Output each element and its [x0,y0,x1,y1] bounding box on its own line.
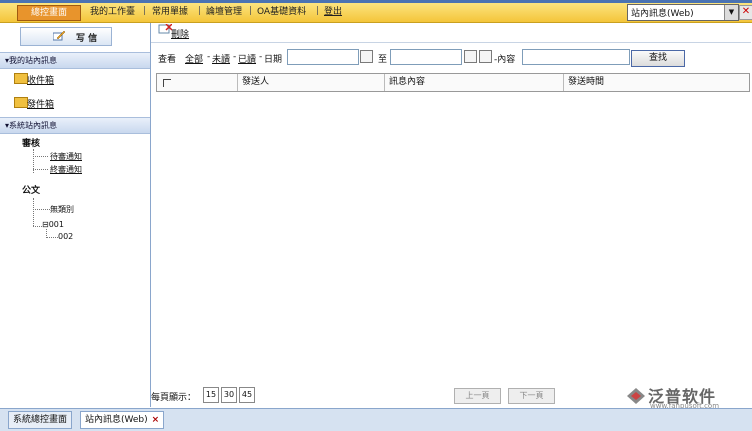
brand-logo: 泛普软件 www.fanpusoft.com [620,384,748,410]
tree-item-pending-notice[interactable]: 待審通知 [50,151,82,162]
content-label: -內容 [494,55,516,65]
date-to-input[interactable] [390,49,462,65]
search-button[interactable]: 查找 [631,50,685,67]
filter-read-link[interactable]: 已讀 [238,52,256,65]
sidebar-item-inbox[interactable]: 收件箱 [27,73,54,86]
menu-separator: | [249,6,253,16]
page-size-15[interactable]: 15 [203,387,219,403]
compose-button[interactable]: 写 信 [20,27,112,46]
prev-page-button[interactable]: 上一頁 [454,388,501,404]
page-size-45[interactable]: 45 [239,387,255,403]
delete-icon [158,24,172,34]
select-all-cell[interactable] [157,74,238,91]
section-my-messages-label: ▾我的站內訊息 [5,56,58,65]
date-label: 日期 [264,55,283,65]
tab-messages[interactable]: 站內訊息(Web) × [80,411,165,429]
section-system-messages-label: ▾系統站內訊息 [5,121,58,130]
top-strip [0,0,752,3]
page-size-30[interactable]: 30 [221,387,237,403]
section-system-messages[interactable]: ▾系統站內訊息 [0,117,150,134]
sidebar: 写 信 ▾我的站內訊息 收件箱 發件箱 ▾系統站內訊息 審核 待審通知 終審通知… [0,23,151,407]
per-page-label: 每頁顯示： [151,393,197,403]
filter-separator: - [233,52,237,62]
tab-bar: 系統總控畫面 站內訊息(Web) × [0,408,752,431]
tree-item-final-notice[interactable]: 終審通知 [50,164,82,175]
menu-workbench[interactable]: 我的工作臺 [90,6,135,18]
menu-separator: | [143,6,147,16]
tree-item-no-category[interactable]: 無類別 [50,204,74,215]
close-icon[interactable]: × [152,415,160,425]
menu-forum[interactable]: 論壇管理 [206,6,242,18]
tree-item-002[interactable]: 002 [58,232,73,241]
system-select-value: 站內訊息(Web) [631,9,694,19]
date-from-input[interactable] [287,49,359,65]
section-my-messages[interactable]: ▾我的站內訊息 [0,52,150,69]
tree-line [33,156,48,157]
tree-line [33,209,50,210]
content-search-input[interactable] [522,49,630,65]
delete-button[interactable]: 刪除 [171,27,189,40]
tree-line [33,226,42,227]
docs-heading: 公文 [22,186,41,196]
pencil-icon [53,30,65,41]
outbox-folder-icon [14,97,28,108]
toolbar-divider [151,42,751,43]
message-table-header: 發送人 訊息內容 發送時間 [156,73,750,92]
menu-separator: | [316,6,320,16]
filter-separator: - [259,52,263,62]
home-button[interactable]: 總控畫面 [17,5,81,21]
filter-separator: - [207,52,211,62]
calendar-icon[interactable] [464,50,477,63]
filter-unread-link[interactable]: 未讀 [212,52,230,65]
column-sender[interactable]: 發送人 [238,74,385,91]
review-heading: 審核 [22,139,41,149]
menu-separator: | [198,6,202,16]
system-select[interactable]: 站內訊息(Web) ▼ [627,4,739,21]
next-page-button[interactable]: 下一頁 [508,388,555,404]
inbox-folder-icon [14,73,28,84]
to-label: 至 [378,55,388,65]
top-menu-bar: 總控畫面 我的工作臺 | 常用單據 | 論壇管理 | OA基礎資料 | 登出 站… [0,0,752,23]
menu-oa-data[interactable]: OA基礎資料 [257,6,306,18]
tree-line [33,169,48,170]
tab-system-control[interactable]: 系統總控畫面 [8,411,73,429]
close-icon[interactable]: ✕ [739,5,752,20]
menu-common-forms[interactable]: 常用單據 [152,6,188,18]
calendar-clear-icon[interactable] [479,50,492,63]
view-label: 查看 [158,55,177,65]
menu-logout[interactable]: 登出 [324,6,342,18]
select-all-checkbox[interactable] [163,79,171,87]
sidebar-item-outbox[interactable]: 發件箱 [27,97,54,110]
compose-label: 写 信 [76,34,98,44]
tree-line [46,237,58,238]
chevron-down-icon[interactable]: ▼ [724,5,738,20]
tree-line [33,198,34,226]
calendar-icon[interactable] [360,50,373,63]
tree-item-001[interactable]: ⊟001 [42,220,64,229]
logo-mark-icon [627,388,645,404]
tab-messages-label: 站內訊息(Web) [85,415,148,425]
column-content[interactable]: 訊息內容 [385,74,564,91]
column-send-time[interactable]: 發送時間 [564,74,749,91]
filter-all-link[interactable]: 全部 [185,52,203,65]
